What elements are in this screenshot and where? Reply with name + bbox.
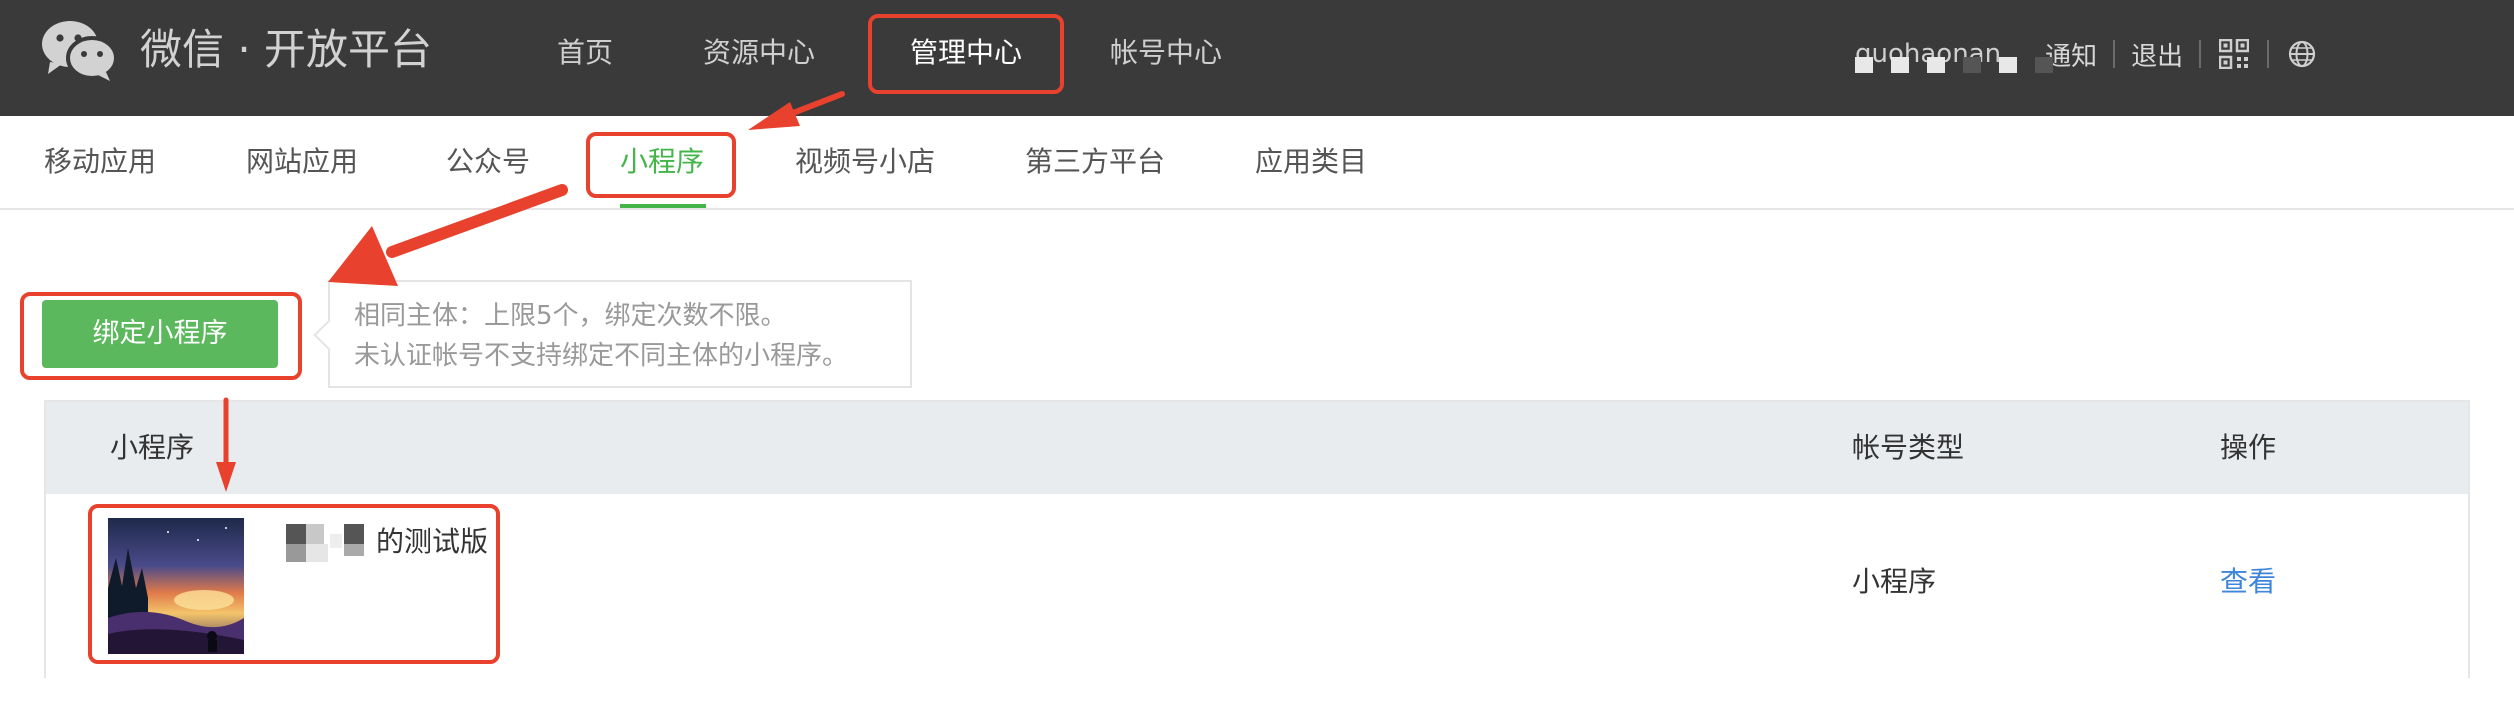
tab-channels-shop[interactable]: 视频号小店 [795,116,935,208]
tab-app-category[interactable]: 应用类目 [1255,116,1367,208]
column-header-actions: 操作 [2220,431,2277,464]
logout-link[interactable]: 退出 [2115,36,2199,73]
column-header-mini-program: 小程序 [110,431,195,464]
nav-home[interactable]: 首页 [555,0,615,106]
username[interactable]: guohaonan [1855,39,2053,73]
divider [2199,40,2202,68]
view-link[interactable]: 查看 [2220,560,2276,600]
top-navbar: 微信 · 开放平台 首页 资源中心 管理中心 帐号中心 guohaonan 通知… [0,0,2514,116]
annotation-box-bind-button [20,292,302,380]
user-area: guohaonan 通知 退出 [1855,30,2335,78]
arrow-2-head [328,226,398,286]
annotation-box-mini-program-row [88,504,500,664]
divider [2267,40,2270,68]
tab-website-app[interactable]: 网站应用 [246,116,358,208]
active-tab-underline [620,204,706,208]
wechat-logo-icon[interactable] [40,18,118,82]
nav-account-center[interactable]: 帐号中心 [1110,0,1222,106]
tip-line: 相同主体：上限5个，绑定次数不限。 [354,301,787,331]
column-header-account-type: 帐号类型 [1852,431,1965,464]
tip-line: 未认证帐号不支持绑定不同主体的小程序。 [354,341,849,371]
annotation-box-mini-program-tab [586,132,736,198]
brand-title[interactable]: 微信 · 开放平台 [140,20,432,80]
sub-navbar: 移动应用 网站应用 公众号 小程序 视频号小店 第三方平台 应用类目 [0,116,2514,210]
tab-official-account[interactable]: 公众号 [446,116,530,208]
annotation-box-management-center [868,14,1064,94]
globe-icon[interactable] [2285,37,2319,71]
table-header: 小程序 帐号类型 操作 [46,402,2468,494]
qrcode-icon[interactable] [2217,37,2251,71]
tab-third-party-platform[interactable]: 第三方平台 [1025,116,1165,208]
nav-resource-center[interactable]: 资源中心 [703,0,815,106]
page: 微信 · 开放平台 首页 资源中心 管理中心 帐号中心 guohaonan 通知… [0,0,2514,702]
tab-mobile-app[interactable]: 移动应用 [44,116,156,208]
username-redaction [1855,57,2053,73]
account-type-cell: 小程序 [1852,565,1937,598]
bind-tip-box: 相同主体：上限5个，绑定次数不限。 未认证帐号不支持绑定不同主体的小程序。 [328,280,912,388]
